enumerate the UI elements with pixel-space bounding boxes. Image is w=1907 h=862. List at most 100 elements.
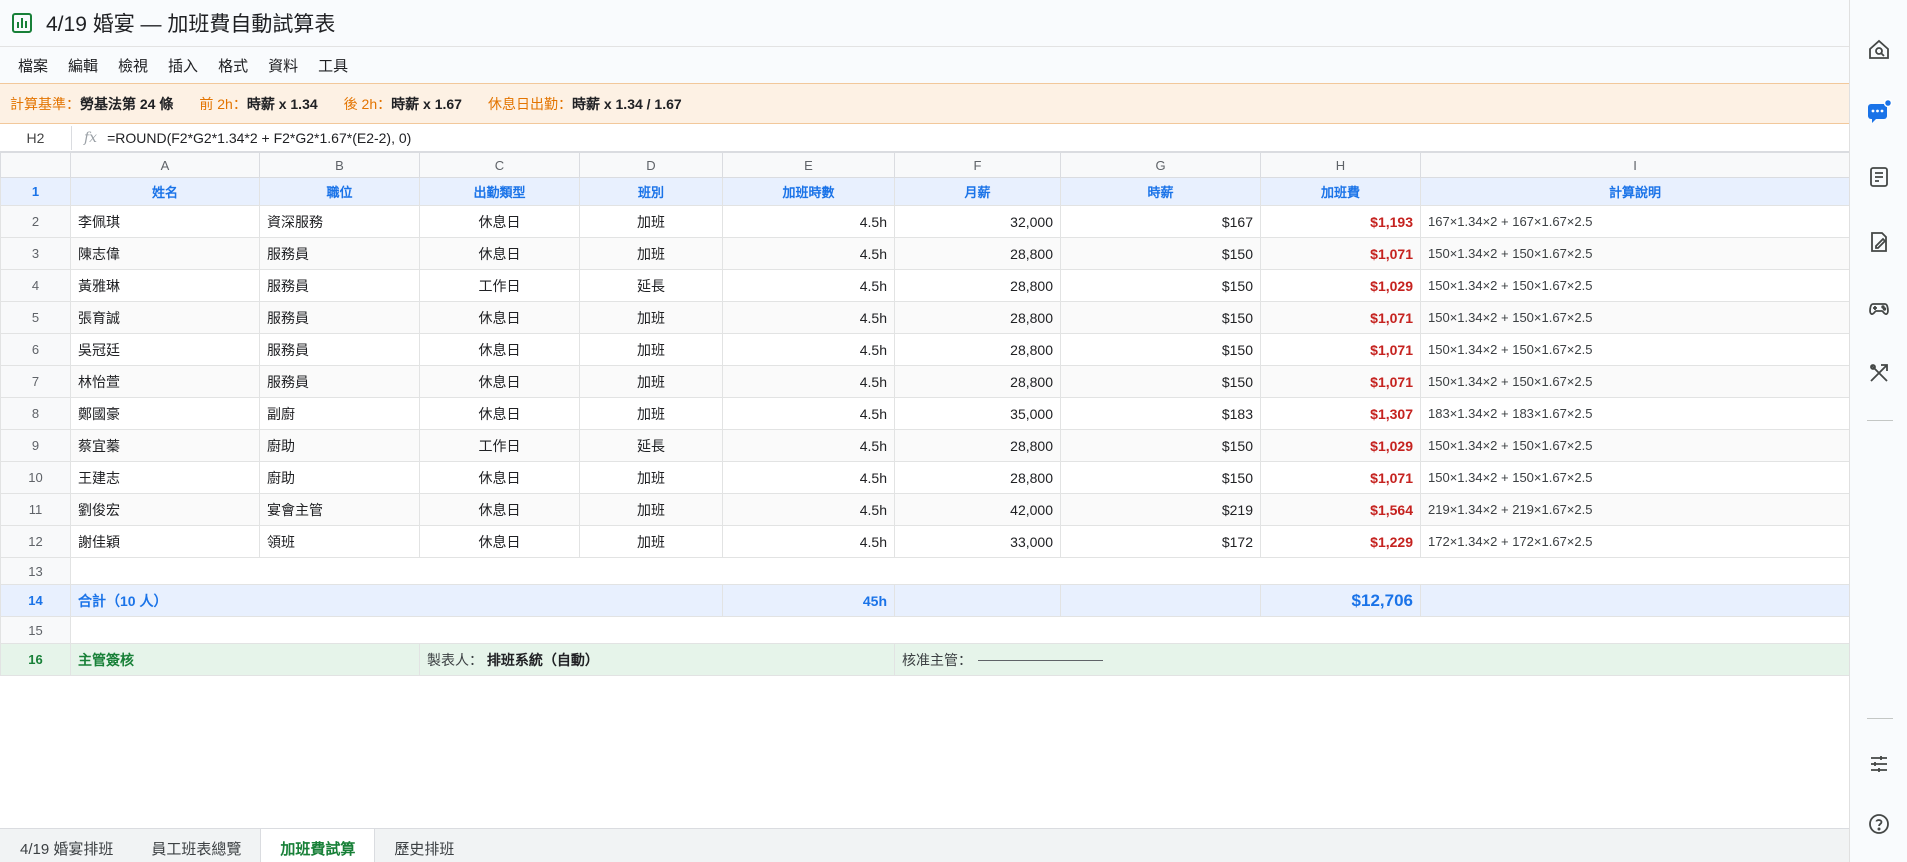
monthly-salary[interactable]: 33,000 bbox=[894, 525, 1061, 558]
employee-role[interactable]: 服務員 bbox=[259, 269, 420, 302]
overtime-hours[interactable]: 4.5h bbox=[722, 365, 895, 398]
total-hours[interactable]: 45h bbox=[722, 584, 895, 617]
monthly-salary[interactable]: 35,000 bbox=[894, 397, 1061, 430]
attendance-type[interactable]: 工作日 bbox=[419, 429, 580, 462]
overtime-pay[interactable]: $1,307 bbox=[1260, 397, 1421, 430]
row-number[interactable]: 6 bbox=[0, 333, 71, 366]
overtime-pay[interactable]: $1,029 bbox=[1260, 429, 1421, 462]
shift-type[interactable]: 加班 bbox=[579, 237, 723, 270]
header-hourly-wage[interactable]: 時薪 bbox=[1060, 177, 1261, 206]
header-overtime-hours[interactable]: 加班時數 bbox=[722, 177, 895, 206]
attendance-type[interactable]: 休息日 bbox=[419, 301, 580, 334]
shift-type[interactable]: 加班 bbox=[579, 333, 723, 366]
employee-name[interactable]: 張育誠 bbox=[70, 301, 260, 334]
menu-format[interactable]: 格式 bbox=[208, 51, 258, 80]
monthly-salary[interactable]: 28,800 bbox=[894, 365, 1061, 398]
employee-name[interactable]: 劉俊宏 bbox=[70, 493, 260, 526]
employee-role[interactable]: 廚助 bbox=[259, 461, 420, 494]
employee-name[interactable]: 陳志偉 bbox=[70, 237, 260, 270]
chat-notify-icon[interactable] bbox=[1866, 99, 1892, 125]
calculation-note[interactable]: 150×1.34×2 + 150×1.67×2.5 bbox=[1420, 237, 1850, 270]
calculation-note[interactable]: 150×1.34×2 + 150×1.67×2.5 bbox=[1420, 333, 1850, 366]
overtime-pay[interactable]: $1,564 bbox=[1260, 493, 1421, 526]
employee-name[interactable]: 林怡萱 bbox=[70, 365, 260, 398]
monthly-salary[interactable]: 42,000 bbox=[894, 493, 1061, 526]
header-monthly-salary[interactable]: 月薪 bbox=[894, 177, 1061, 206]
empty-cell[interactable] bbox=[70, 557, 1850, 585]
calculation-note[interactable]: 172×1.34×2 + 172×1.67×2.5 bbox=[1420, 525, 1850, 558]
help-icon[interactable] bbox=[1866, 811, 1892, 837]
row-number[interactable]: 7 bbox=[0, 365, 71, 398]
overtime-hours[interactable]: 4.5h bbox=[722, 301, 895, 334]
shift-type[interactable]: 加班 bbox=[579, 525, 723, 558]
formula-input[interactable]: =ROUND(F2*G2*1.34*2 + F2*G2*1.67*(E2-2),… bbox=[107, 130, 411, 146]
monthly-salary[interactable]: 28,800 bbox=[894, 461, 1061, 494]
monthly-salary[interactable]: 28,800 bbox=[894, 429, 1061, 462]
employee-role[interactable]: 服務員 bbox=[259, 301, 420, 334]
shift-type[interactable]: 加班 bbox=[579, 301, 723, 334]
overtime-pay[interactable]: $1,071 bbox=[1260, 365, 1421, 398]
overtime-pay[interactable]: $1,071 bbox=[1260, 333, 1421, 366]
column-header-d[interactable]: D bbox=[579, 152, 723, 178]
calculation-note[interactable]: 150×1.34×2 + 150×1.67×2.5 bbox=[1420, 269, 1850, 302]
sheets-logo-icon[interactable] bbox=[12, 13, 32, 33]
hourly-wage[interactable]: $150 bbox=[1060, 429, 1261, 462]
tab-overtime-calc[interactable]: 加班費試算 bbox=[260, 829, 376, 862]
overtime-pay[interactable]: $1,071 bbox=[1260, 461, 1421, 494]
monthly-salary[interactable]: 28,800 bbox=[894, 269, 1061, 302]
attendance-type[interactable]: 休息日 bbox=[419, 333, 580, 366]
calculation-note[interactable]: 150×1.34×2 + 150×1.67×2.5 bbox=[1420, 461, 1850, 494]
hourly-wage[interactable]: $150 bbox=[1060, 237, 1261, 270]
row-number[interactable]: 16 bbox=[0, 643, 71, 676]
hourly-wage[interactable]: $150 bbox=[1060, 301, 1261, 334]
overtime-pay[interactable]: $1,071 bbox=[1260, 237, 1421, 270]
attendance-type[interactable]: 休息日 bbox=[419, 205, 580, 238]
employee-role[interactable]: 服務員 bbox=[259, 237, 420, 270]
row-number[interactable]: 2 bbox=[0, 205, 71, 238]
row-number[interactable]: 8 bbox=[0, 397, 71, 430]
hourly-wage[interactable]: $219 bbox=[1060, 493, 1261, 526]
employee-role[interactable]: 領班 bbox=[259, 525, 420, 558]
empty-cell[interactable] bbox=[894, 584, 1061, 617]
row-number[interactable]: 11 bbox=[0, 493, 71, 526]
sliders-icon[interactable] bbox=[1866, 751, 1892, 777]
menu-data[interactable]: 資料 bbox=[258, 51, 308, 80]
calculation-note[interactable]: 167×1.34×2 + 167×1.67×2.5 bbox=[1420, 205, 1850, 238]
hourly-wage[interactable]: $150 bbox=[1060, 461, 1261, 494]
employee-name[interactable]: 黃雅琳 bbox=[70, 269, 260, 302]
employee-role[interactable]: 資深服務 bbox=[259, 205, 420, 238]
menu-tools[interactable]: 工具 bbox=[308, 51, 358, 80]
row-number[interactable]: 10 bbox=[0, 461, 71, 494]
tab-staff-overview[interactable]: 員工班表總覽 bbox=[132, 829, 260, 862]
overtime-pay[interactable]: $1,071 bbox=[1260, 301, 1421, 334]
select-all-corner[interactable] bbox=[0, 152, 71, 178]
menu-insert[interactable]: 插入 bbox=[158, 51, 208, 80]
row-number[interactable]: 13 bbox=[0, 557, 71, 585]
row-number[interactable]: 4 bbox=[0, 269, 71, 302]
overtime-hours[interactable]: 4.5h bbox=[722, 429, 895, 462]
row-number[interactable]: 1 bbox=[0, 177, 71, 206]
overtime-hours[interactable]: 4.5h bbox=[722, 493, 895, 526]
column-header-f[interactable]: F bbox=[894, 152, 1061, 178]
overtime-hours[interactable]: 4.5h bbox=[722, 333, 895, 366]
employee-role[interactable]: 服務員 bbox=[259, 333, 420, 366]
hourly-wage[interactable]: $150 bbox=[1060, 333, 1261, 366]
document-title[interactable]: 4/19 婚宴 — 加班費自動試算表 bbox=[46, 8, 335, 38]
row-number[interactable]: 9 bbox=[0, 429, 71, 462]
shift-type[interactable]: 延長 bbox=[579, 269, 723, 302]
tab-history[interactable]: 歷史排班 bbox=[375, 829, 473, 862]
calculation-note[interactable]: 150×1.34×2 + 150×1.67×2.5 bbox=[1420, 365, 1850, 398]
monthly-salary[interactable]: 28,800 bbox=[894, 333, 1061, 366]
attendance-type[interactable]: 休息日 bbox=[419, 493, 580, 526]
attendance-type[interactable]: 休息日 bbox=[419, 525, 580, 558]
overtime-hours[interactable]: 4.5h bbox=[722, 269, 895, 302]
column-header-i[interactable]: I bbox=[1420, 152, 1850, 178]
employee-name[interactable]: 蔡宜蓁 bbox=[70, 429, 260, 462]
hourly-wage[interactable]: $150 bbox=[1060, 269, 1261, 302]
calculation-note[interactable]: 183×1.34×2 + 183×1.67×2.5 bbox=[1420, 397, 1850, 430]
overtime-pay[interactable]: $1,229 bbox=[1260, 525, 1421, 558]
column-header-c[interactable]: C bbox=[419, 152, 580, 178]
attendance-type[interactable]: 休息日 bbox=[419, 237, 580, 270]
employee-name[interactable]: 吳冠廷 bbox=[70, 333, 260, 366]
shift-type[interactable]: 延長 bbox=[579, 429, 723, 462]
